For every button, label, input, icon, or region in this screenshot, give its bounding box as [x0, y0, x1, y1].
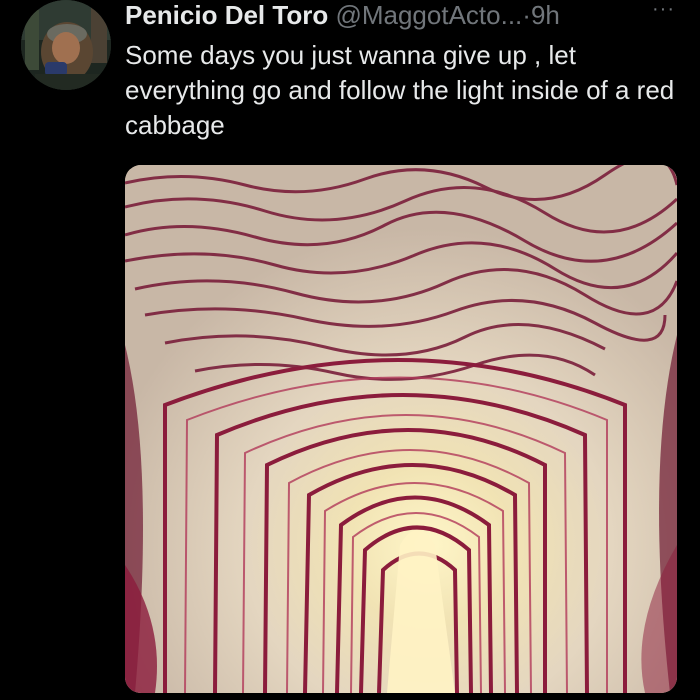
more-horizontal-icon[interactable]: ···	[652, 0, 676, 22]
red-cabbage-image	[125, 165, 677, 693]
display-name[interactable]: Penicio Del Toro	[125, 0, 328, 30]
tweet-media[interactable]	[125, 165, 677, 693]
timestamp[interactable]: 9h	[531, 0, 560, 30]
avatar[interactable]	[21, 0, 111, 90]
user-handle[interactable]: @MaggotActo...	[335, 0, 522, 30]
separator-dot: ·	[522, 0, 531, 30]
tweet[interactable]: Penicio Del Toro @MaggotActo...·9h ··· S…	[0, 0, 700, 700]
tweet-header: Penicio Del Toro @MaggotActo...·9h	[125, 0, 685, 34]
avatar-photo	[21, 0, 111, 90]
tweet-text: Some days you just wanna give up , let e…	[125, 40, 675, 140]
